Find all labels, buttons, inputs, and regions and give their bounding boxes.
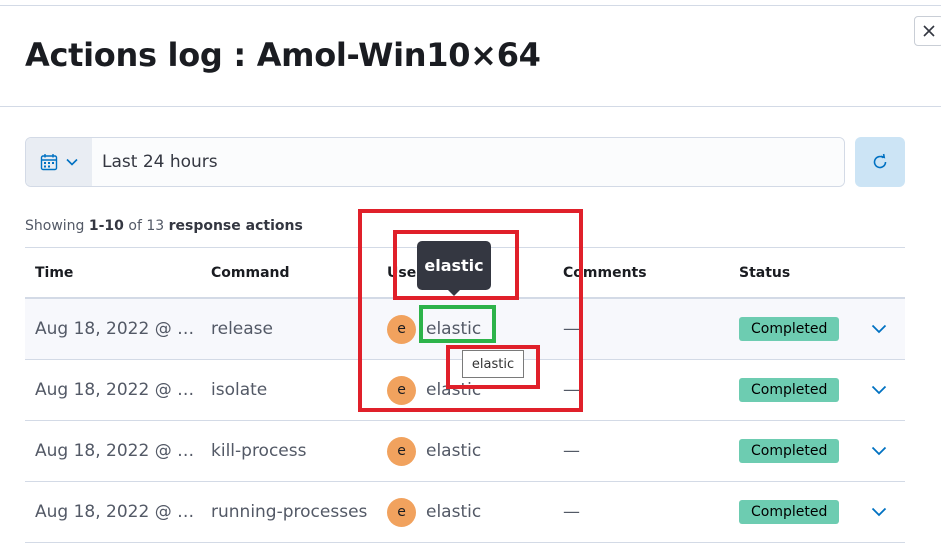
- header-divider: [0, 106, 941, 107]
- status-badge: Completed: [739, 500, 840, 524]
- expand-row-button[interactable]: [871, 421, 887, 481]
- user-name: elastic: [426, 441, 482, 461]
- status-cell: Completed: [739, 421, 840, 481]
- chevron-down-icon: [871, 385, 887, 395]
- summary-middle: of 13: [123, 218, 169, 234]
- user-cell: e elastic: [387, 482, 481, 542]
- user-name: elastic: [426, 380, 482, 400]
- user-name: elastic: [426, 502, 482, 522]
- chevron-down-icon: [871, 446, 887, 456]
- column-header-time: Time: [35, 265, 74, 281]
- status-cell: Completed: [739, 482, 840, 542]
- time-cell: Aug 18, 2022 @ …: [35, 319, 195, 339]
- user-cell: e elastic: [387, 421, 481, 481]
- summary-noun: response actions: [168, 218, 303, 234]
- user-tooltip: elastic: [417, 241, 491, 296]
- avatar: e: [387, 497, 416, 527]
- comments-cell: —: [563, 319, 580, 339]
- chevron-down-icon: [871, 507, 887, 517]
- time-cell: Aug 18, 2022 @ …: [35, 441, 195, 461]
- calendar-icon: [40, 154, 58, 171]
- table-row: Aug 18, 2022 @ … running-processes e ela…: [25, 482, 905, 543]
- refresh-button[interactable]: [855, 137, 905, 187]
- native-title-tooltip: elastic: [462, 350, 524, 378]
- table-row: Aug 18, 2022 @ … kill-process e elastic …: [25, 421, 905, 482]
- status-cell: Completed: [739, 299, 840, 359]
- summary-range: 1-10: [88, 218, 124, 234]
- avatar: e: [387, 436, 416, 466]
- date-picker: Last 24 hours: [25, 137, 845, 187]
- close-icon: [923, 25, 935, 37]
- top-border: [0, 5, 941, 6]
- expand-row-button[interactable]: [871, 360, 887, 420]
- status-badge: Completed: [739, 317, 840, 341]
- actions-log-table: Time Command User Comments Status Aug 18…: [25, 247, 905, 543]
- command-cell: running-processes: [211, 502, 368, 522]
- summary-prefix: Showing: [25, 218, 89, 234]
- chevron-down-icon: [66, 158, 78, 166]
- expand-row-button[interactable]: [871, 482, 887, 542]
- comments-cell: —: [563, 380, 580, 400]
- page-title: Actions log : Amol-Win10×64: [25, 36, 541, 74]
- comments-cell: —: [563, 441, 580, 461]
- expand-row-button[interactable]: [871, 299, 887, 359]
- status-badge: Completed: [739, 439, 840, 463]
- date-range-value[interactable]: Last 24 hours: [92, 138, 844, 186]
- chevron-down-icon: [871, 324, 887, 334]
- refresh-icon: [873, 153, 887, 169]
- avatar: e: [387, 375, 416, 405]
- close-button[interactable]: [914, 16, 941, 46]
- avatar: e: [387, 314, 416, 344]
- time-cell: Aug 18, 2022 @ …: [35, 380, 195, 400]
- command-cell: kill-process: [211, 441, 307, 461]
- results-summary: Showing 1-10 of 13 response actions: [25, 218, 303, 234]
- comments-cell: —: [563, 502, 580, 522]
- command-cell: isolate: [211, 380, 268, 400]
- column-header-status: Status: [739, 265, 791, 281]
- column-header-comments: Comments: [563, 265, 647, 281]
- status-cell: Completed: [739, 360, 840, 420]
- user-name: elastic: [426, 319, 482, 339]
- column-header-command: Command: [211, 265, 290, 281]
- status-badge: Completed: [739, 378, 840, 402]
- time-cell: Aug 18, 2022 @ …: [35, 502, 195, 522]
- command-cell: release: [211, 319, 273, 339]
- quick-select-button[interactable]: [26, 138, 92, 186]
